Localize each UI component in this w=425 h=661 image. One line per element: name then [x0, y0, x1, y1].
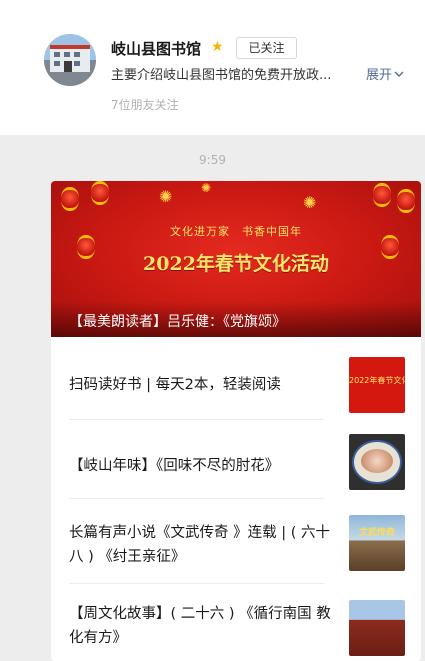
article-title: 长篇有声小说《文武传奇 》连载 | ( 六十八 ) 《纣王亲征》	[69, 525, 330, 565]
firework-icon: ✺	[201, 181, 212, 195]
dish	[361, 449, 393, 473]
featured-article[interactable]: ✺ ✺ ✺ 文化进万家 书香中国年 2022年春节文化活动 【最美朗读者】吕乐健…	[51, 181, 421, 337]
firework-icon: ✺	[159, 187, 173, 206]
lantern-icon	[397, 189, 415, 213]
featured-caption-bar: 【最美朗读者】吕乐健：《党旗颂》	[51, 301, 421, 337]
message-timestamp: 9:59	[199, 153, 226, 167]
article-thumbnail: 文武传奇	[349, 515, 405, 571]
account-header: 岐山县图书馆 ★ 已关注 主要介绍岐山县图书馆的免费开放政... 展开 7位朋友…	[0, 0, 425, 135]
featured-article-title[interactable]: 【最美朗读者】吕乐健：《党旗颂》	[69, 311, 286, 331]
banner-title: 2022年春节文化活动	[143, 253, 329, 275]
article-thumbnail	[349, 600, 405, 656]
chevron-down-icon	[394, 67, 404, 82]
article-title: 【周文化故事】( 二十六 ) 《循行南国 教化有方》	[69, 606, 331, 646]
list-item[interactable]: 长篇有声小说《文武传奇 》连载 | ( 六十八 ) 《纣王亲征》 文武传奇	[51, 499, 421, 584]
article-title: 扫码读好书 | 每天2本，轻装阅读	[69, 377, 281, 393]
expand-link[interactable]: 展开	[366, 64, 404, 83]
lantern-icon	[91, 181, 109, 205]
friends-following: 7位朋友关注	[111, 98, 179, 112]
star-icon: ★	[211, 39, 224, 55]
account-name[interactable]: 岐山县图书馆	[111, 38, 201, 59]
lantern-icon	[373, 183, 391, 207]
article-title: 【岐山年味】《回味不尽的肘花》	[69, 458, 280, 474]
list-item[interactable]: 【周文化故事】( 二十六 ) 《循行南国 教化有方》	[51, 584, 421, 661]
lantern-icon	[61, 187, 79, 211]
article-card: ✺ ✺ ✺ 文化进万家 书香中国年 2022年春节文化活动 【最美朗读者】吕乐健…	[51, 181, 421, 661]
list-item[interactable]: 扫码读好书 | 每天2本，轻装阅读 2022年春节文化	[51, 345, 421, 420]
account-description: 主要介绍岐山县图书馆的免费开放政...	[111, 68, 332, 83]
thumbnail-text: 2022年春节文化	[349, 376, 405, 385]
list-item[interactable]: 【岐山年味】《回味不尽的肘花》	[51, 420, 421, 499]
article-thumbnail	[349, 434, 405, 490]
firework-icon: ✺	[303, 193, 317, 212]
banner-slogan: 文化进万家 书香中国年	[170, 225, 302, 238]
thumbnail-text: 文武传奇	[358, 528, 395, 538]
account-avatar[interactable]	[44, 34, 96, 86]
expand-label: 展开	[366, 68, 393, 83]
article-thumbnail: 2022年春节文化	[349, 357, 405, 413]
follow-button[interactable]: 已关注	[236, 37, 297, 59]
